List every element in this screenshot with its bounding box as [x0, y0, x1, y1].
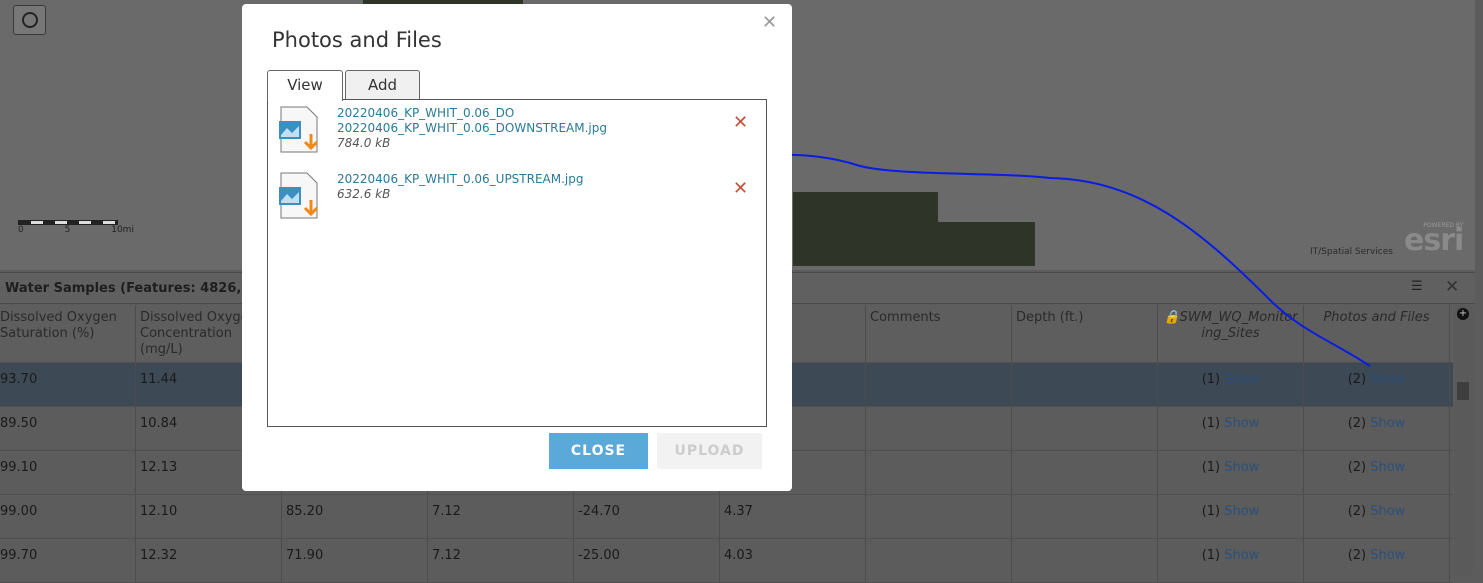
table-cell: -25.00	[574, 539, 720, 582]
delete-file-icon[interactable]: ✕	[733, 178, 748, 199]
table-cell: 85.20	[282, 495, 428, 538]
table-cell: 99.00	[0, 495, 136, 538]
image-file-download-icon	[277, 106, 321, 154]
table-scrollbar[interactable]	[1455, 305, 1473, 575]
column-header[interactable]: Photos and Files	[1304, 305, 1450, 362]
table-cell	[866, 495, 1012, 538]
upload-button[interactable]: UPLOAD	[657, 433, 762, 469]
column-header[interactable]: Comments	[866, 305, 1012, 362]
table-cell	[1012, 495, 1158, 538]
tab-add[interactable]: Add	[345, 70, 420, 100]
file-size: 632.6 kB	[337, 187, 391, 201]
table-row[interactable]: 99.70 12.32 71.90 7.12 -25.00 4.03 (1) Show (2)…	[0, 539, 1453, 583]
table-row[interactable]: 99.00 12.10 85.20 7.12 -24.70 4.37 (1) Show (2)…	[0, 495, 1453, 539]
table-cell	[866, 363, 1012, 406]
table-cell	[1012, 363, 1158, 406]
column-header[interactable]: Dissolved Oxygen Saturation (%)	[0, 305, 136, 362]
show-link[interactable]: Show	[1370, 504, 1405, 519]
related-count: (2)	[1347, 416, 1371, 431]
scrollbar-thumb[interactable]	[1457, 382, 1469, 400]
related-count: (1)	[1201, 504, 1225, 519]
related-records-cell[interactable]: (1) Show	[1158, 363, 1304, 406]
table-cell: 71.90	[282, 539, 428, 582]
file-item[interactable]: 20220406_KP_WHIT_0.06_UPSTREAM.jpg 632.6 …	[277, 172, 584, 220]
table-cell: 12.10	[136, 495, 282, 538]
table-menu-icon[interactable]: ☰	[1411, 279, 1423, 294]
scale-label: 10mi	[111, 225, 134, 235]
map-tile	[793, 192, 938, 266]
file-name-link[interactable]: 20220406_KP_WHIT_0.06_DO 20220406_KP_WHI…	[337, 106, 637, 136]
related-records-cell[interactable]: (2) Show	[1304, 407, 1450, 450]
table-cell: 4.03	[720, 539, 866, 582]
image-file-download-icon	[277, 172, 321, 220]
delete-file-icon[interactable]: ✕	[733, 112, 748, 133]
table-cell: 89.50	[0, 407, 136, 450]
map-attribution: IT/Spatial Services	[1310, 247, 1393, 257]
related-records-cell[interactable]: (2) Show	[1304, 495, 1450, 538]
table-cell: 12.32	[136, 539, 282, 582]
file-item[interactable]: 20220406_KP_WHIT_0.06_DO 20220406_KP_WHI…	[277, 106, 637, 154]
related-count: (2)	[1347, 548, 1371, 563]
table-cell	[866, 407, 1012, 450]
related-count: (1)	[1201, 548, 1225, 563]
file-size: 784.0 kB	[337, 136, 391, 150]
column-header[interactable]: Depth (ft.)	[1012, 305, 1158, 362]
related-count: (2)	[1347, 460, 1371, 475]
table-cell	[866, 451, 1012, 494]
add-column-icon[interactable]: +	[1457, 308, 1469, 320]
dialog-close-icon[interactable]: ✕	[762, 12, 777, 33]
table-cell: 99.10	[0, 451, 136, 494]
column-header[interactable]: 🔒SWM_WQ_Monitoring_Sites	[1158, 305, 1304, 362]
table-cell: 99.70	[0, 539, 136, 582]
lock-icon: 🔒	[1163, 310, 1180, 325]
show-link[interactable]: Show	[1370, 548, 1405, 563]
related-records-cell[interactable]: (1) Show	[1158, 539, 1304, 582]
show-link[interactable]: Show	[1224, 504, 1259, 519]
locate-button[interactable]	[13, 5, 46, 35]
scale-label: 0	[18, 225, 24, 235]
table-cell: 7.12	[428, 539, 574, 582]
related-count: (1)	[1201, 460, 1225, 475]
close-button[interactable]: CLOSE	[549, 433, 648, 469]
map-tile	[938, 222, 1035, 266]
scale-bar: 0 5 10mi	[18, 220, 134, 235]
dialog-title: Photos and Files	[272, 28, 442, 52]
related-records-cell[interactable]: (1) Show	[1158, 451, 1304, 494]
show-link[interactable]: Show	[1370, 416, 1405, 431]
table-cell	[1012, 539, 1158, 582]
related-records-cell[interactable]: (2) Show	[1304, 363, 1450, 406]
related-count: (2)	[1347, 372, 1371, 387]
file-name-link[interactable]: 20220406_KP_WHIT_0.06_UPSTREAM.jpg	[337, 172, 584, 187]
table-cell: 7.12	[428, 495, 574, 538]
table-title: Water Samples (Features: 4826, Se	[5, 281, 265, 296]
related-count: (1)	[1201, 416, 1225, 431]
photos-and-files-dialog: Photos and Files ✕ View Add 20220406_KP_…	[242, 4, 792, 491]
table-cell	[1012, 407, 1158, 450]
table-cell: 93.70	[0, 363, 136, 406]
show-link[interactable]: Show	[1224, 416, 1259, 431]
show-link[interactable]: Show	[1370, 372, 1405, 387]
related-records-cell[interactable]: (2) Show	[1304, 451, 1450, 494]
show-link[interactable]: Show	[1224, 548, 1259, 563]
related-count: (2)	[1347, 504, 1371, 519]
show-link[interactable]: Show	[1224, 460, 1259, 475]
locate-icon	[21, 12, 38, 28]
table-cell	[1012, 451, 1158, 494]
related-records-cell[interactable]: (1) Show	[1158, 495, 1304, 538]
table-cell: 4.37	[720, 495, 866, 538]
file-list: 20220406_KP_WHIT_0.06_DO 20220406_KP_WHI…	[267, 99, 767, 427]
tab-view[interactable]: View	[267, 70, 343, 101]
related-count: (1)	[1201, 372, 1225, 387]
show-link[interactable]: Show	[1370, 460, 1405, 475]
table-close-icon[interactable]: ✕	[1445, 277, 1459, 297]
show-link[interactable]: Show	[1224, 372, 1259, 387]
scale-label: 5	[64, 225, 71, 235]
table-cell	[866, 539, 1012, 582]
table-cell: -24.70	[574, 495, 720, 538]
esri-logo: POWERED BY esri	[1404, 222, 1464, 258]
related-records-cell[interactable]: (1) Show	[1158, 407, 1304, 450]
related-records-cell[interactable]: (2) Show	[1304, 539, 1450, 582]
